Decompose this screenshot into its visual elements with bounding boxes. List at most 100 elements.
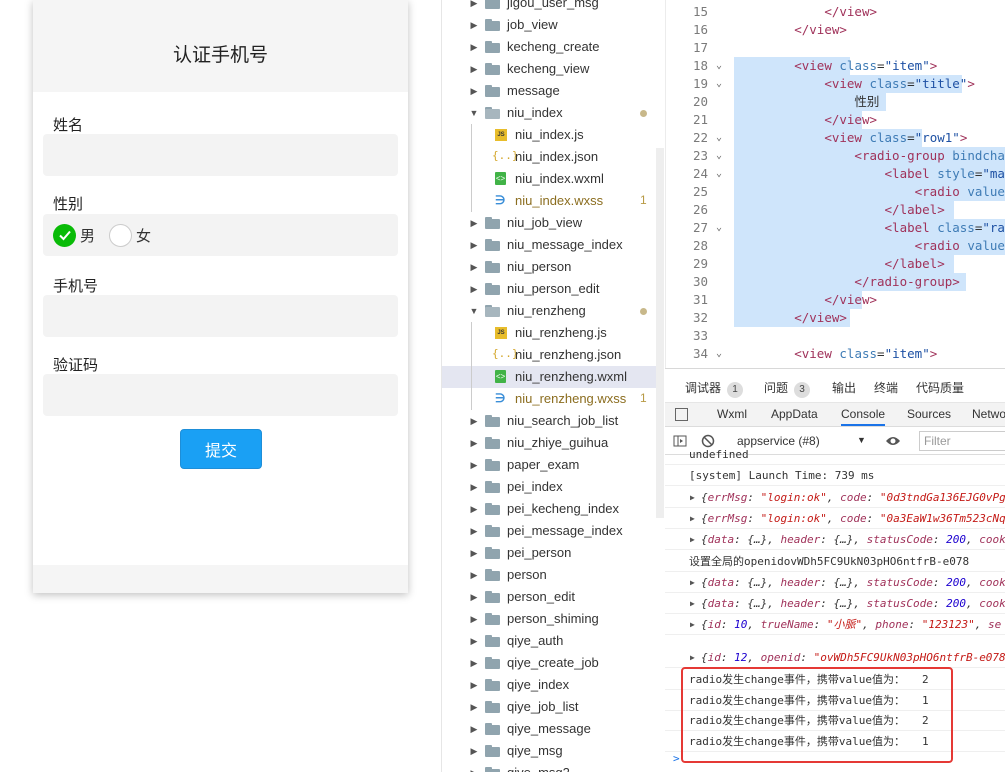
tree-folder-person-edit[interactable]: ▶ person_edit [442, 586, 664, 608]
chevron-right-icon[interactable]: ▶ [469, 482, 479, 493]
expand-arrow-icon[interactable]: ▶ [690, 572, 695, 592]
chevron-right-icon[interactable]: ▶ [469, 636, 479, 647]
tree-folder-niu-message-index[interactable]: ▶ niu_message_index [442, 234, 664, 256]
fold-chevron-icon[interactable]: ⌄ [716, 57, 722, 75]
chevron-right-icon[interactable]: ▶ [469, 614, 479, 625]
fold-chevron-icon[interactable]: ⌄ [716, 75, 722, 93]
chevron-right-icon[interactable]: ▶ [469, 416, 479, 427]
code-line[interactable]: 19 ⌄ <view class="title"> [666, 75, 1005, 93]
code-line[interactable]: 21 </view> [666, 111, 1005, 129]
panel-tab-wxml[interactable]: Wxml [717, 407, 747, 421]
tree-folder-qiye-auth[interactable]: ▶ qiye_auth [442, 630, 664, 652]
tree-folder-person[interactable]: ▶ person [442, 564, 664, 586]
tree-file-niu-index-json[interactable]: {..} niu_index.json [442, 146, 664, 168]
tree-scrollbar[interactable] [656, 148, 664, 518]
tree-folder-qiye-message[interactable]: ▶ qiye_message [442, 718, 664, 740]
code-line[interactable]: 17 [666, 39, 1005, 57]
tree-folder-pei-message-index[interactable]: ▶ pei_message_index [442, 520, 664, 542]
tree-folder-kecheng-view[interactable]: ▶ kecheng_view [442, 58, 664, 80]
chevron-right-icon[interactable]: ▶ [469, 746, 479, 757]
chevron-right-icon[interactable]: ▶ [469, 284, 479, 295]
code-line[interactable]: 31 </view> [666, 291, 1005, 309]
code-line[interactable]: 34 ⌄ <view class="item"> [666, 345, 1005, 363]
tree-folder-niu-renzheng[interactable]: ▼ niu_renzheng [442, 300, 664, 322]
expand-arrow-icon[interactable]: ▶ [690, 614, 695, 634]
code-line[interactable]: 32 </view> [666, 309, 1005, 327]
chevron-right-icon[interactable]: ▶ [469, 504, 479, 515]
chevron-right-icon[interactable]: ▶ [469, 240, 479, 251]
tree-folder-job-view[interactable]: ▶ job_view [442, 14, 664, 36]
expand-arrow-icon[interactable]: ▶ [690, 647, 695, 667]
code-line[interactable]: 27 ⌄ <label class="ra [666, 219, 1005, 237]
inspect-element-icon[interactable] [675, 408, 688, 421]
console-entry[interactable]: [system] Launch Time: 739 ms [665, 465, 1005, 487]
chevron-down-icon[interactable]: ▼ [469, 108, 479, 118]
console-entry[interactable]: undefined [665, 444, 1005, 465]
console-entry[interactable]: ▶ {errMsg: "login:ok", code: "0d3tndGa136… [665, 487, 1005, 508]
devtools-tab-2[interactable]: 输出 [832, 379, 856, 396]
radio-female[interactable] [109, 223, 133, 247]
console-entry[interactable]: ▶ {data: {…}, header: {…}, statusCode: 20… [665, 593, 1005, 615]
tree-folder-niu-zhiye-guihua[interactable]: ▶ niu_zhiye_guihua [442, 432, 664, 454]
expand-arrow-icon[interactable]: ▶ [690, 508, 695, 528]
submit-button[interactable]: 提交 [180, 429, 262, 469]
tree-folder-message[interactable]: ▶ message [442, 80, 664, 102]
chevron-right-icon[interactable]: ▶ [469, 768, 479, 772]
code-line[interactable]: 26 </label> [666, 201, 1005, 219]
tree-file-niu-index-js[interactable]: JS niu_index.js [442, 124, 664, 146]
code-line[interactable]: 25 <radio value [666, 183, 1005, 201]
tree-file-niu-renzheng-wxml[interactable]: <> niu_renzheng.wxml [442, 366, 664, 388]
code-line[interactable]: 23 ⌄ <radio-group bindcha [666, 147, 1005, 165]
fold-chevron-icon[interactable]: ⌄ [716, 165, 722, 183]
tree-folder-jigou-user-msg[interactable]: ▶ jigou_user_msg [442, 0, 664, 14]
devtools-tab-4[interactable]: 代码质量 [916, 379, 964, 396]
devtools-tab-3[interactable]: 终端 [874, 379, 898, 396]
code-line[interactable]: 28 <radio value [666, 237, 1005, 255]
chevron-right-icon[interactable]: ▶ [469, 592, 479, 603]
chevron-right-icon[interactable]: ▶ [469, 526, 479, 537]
expand-arrow-icon[interactable]: ▶ [690, 487, 695, 507]
chevron-right-icon[interactable]: ▶ [469, 680, 479, 691]
devtools-tab-0[interactable]: 调试器 1 [685, 379, 744, 398]
chevron-right-icon[interactable]: ▶ [469, 570, 479, 581]
panel-tab-network[interactable]: Network [972, 407, 1005, 421]
console-entry[interactable]: ▶ {data: {…}, header: {…}, statusCode: 20… [665, 529, 1005, 551]
tree-folder-niu-person[interactable]: ▶ niu_person [442, 256, 664, 278]
tree-folder-pei-person[interactable]: ▶ pei_person [442, 542, 664, 564]
chevron-right-icon[interactable]: ▶ [469, 658, 479, 669]
name-input[interactable] [43, 134, 398, 176]
chevron-right-icon[interactable]: ▶ [469, 460, 479, 471]
code-input[interactable] [43, 374, 398, 416]
chevron-right-icon[interactable]: ▶ [469, 702, 479, 713]
fold-chevron-icon[interactable]: ⌄ [716, 147, 722, 165]
tree-folder-person-shiming[interactable]: ▶ person_shiming [442, 608, 664, 630]
tree-folder-niu-search-job-list[interactable]: ▶ niu_search_job_list [442, 410, 664, 432]
devtools-tab-1[interactable]: 问题 3 [764, 379, 811, 398]
code-line[interactable]: 33 [666, 327, 1005, 345]
tree-folder-qiye-job-list[interactable]: ▶ qiye_job_list [442, 696, 664, 718]
code-line[interactable]: 16 </view> [666, 21, 1005, 39]
panel-tab-console[interactable]: Console [841, 407, 886, 426]
chevron-right-icon[interactable]: ▶ [469, 262, 479, 273]
code-line[interactable]: 15 </view> [666, 3, 1005, 21]
tree-folder-qiye-index[interactable]: ▶ qiye_index [442, 674, 664, 696]
chevron-right-icon[interactable]: ▶ [469, 438, 479, 449]
chevron-down-icon[interactable]: ▼ [469, 306, 479, 316]
tree-folder-qiye-msg2[interactable]: ▶ qiye_msg2 [442, 762, 664, 772]
chevron-right-icon[interactable]: ▶ [469, 86, 479, 97]
tree-file-niu-renzheng-json[interactable]: {..} niu_renzheng.json [442, 344, 664, 366]
console-entry[interactable]: ▶ {id: 12, openid: "ovWDh5FC9UkN03pHO6ntf… [665, 647, 1005, 668]
fold-chevron-icon[interactable]: ⌄ [716, 345, 722, 363]
tree-folder-qiye-msg[interactable]: ▶ qiye_msg [442, 740, 664, 762]
tree-file-niu-renzheng-wxss[interactable]: ∋ niu_renzheng.wxss 1 [442, 388, 664, 410]
chevron-right-icon[interactable]: ▶ [469, 42, 479, 53]
chevron-right-icon[interactable]: ▶ [469, 548, 479, 559]
console-entry[interactable]: ▶ {errMsg: "login:ok", code: "0a3EaW1w36T… [665, 508, 1005, 529]
fold-chevron-icon[interactable]: ⌄ [716, 219, 722, 237]
tree-file-niu-index-wxml[interactable]: <> niu_index.wxml [442, 168, 664, 190]
radio-male[interactable] [53, 223, 76, 247]
chevron-right-icon[interactable]: ▶ [469, 218, 479, 229]
code-line[interactable]: 22 ⌄ <view class="row1"> [666, 129, 1005, 147]
chevron-right-icon[interactable]: ▶ [469, 64, 479, 75]
tree-folder-pei-kecheng-index[interactable]: ▶ pei_kecheng_index [442, 498, 664, 520]
